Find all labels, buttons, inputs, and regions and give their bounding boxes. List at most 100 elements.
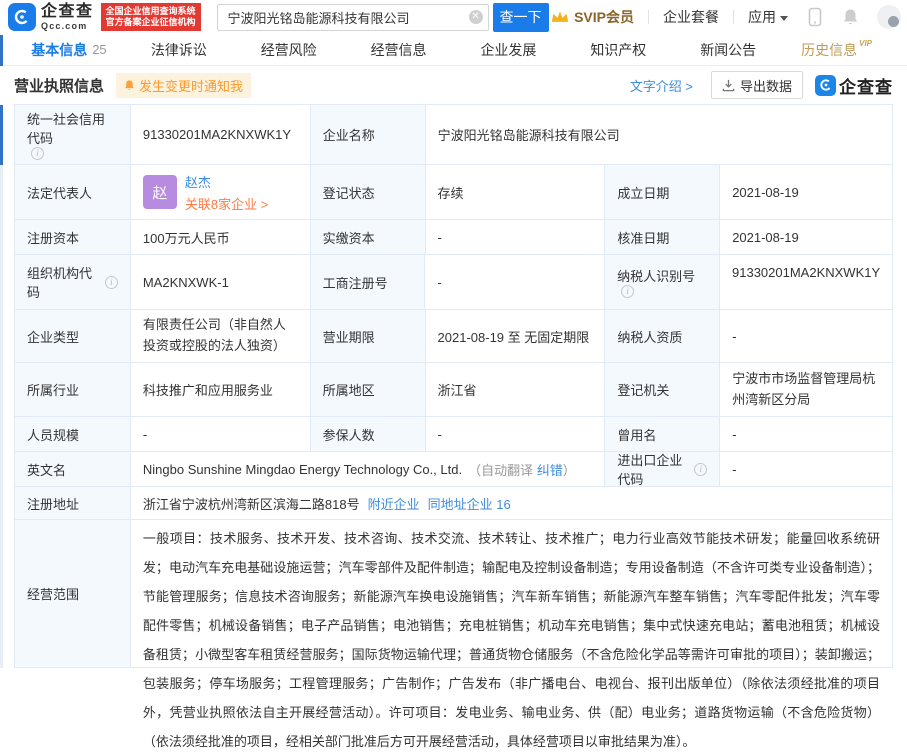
org-code-label: 组织机构代码 i xyxy=(15,255,131,310)
address-label: 注册地址 xyxy=(15,487,131,520)
tab-intellectual-property[interactable]: 知识产权 xyxy=(563,34,673,65)
mobile-app-icon[interactable] xyxy=(808,7,822,27)
english-name-label: 英文名 xyxy=(15,452,131,487)
export-data-button[interactable]: 导出数据 xyxy=(711,71,803,99)
search-button[interactable]: 查一下 xyxy=(493,3,549,32)
search-input[interactable] xyxy=(217,4,489,31)
user-avatar[interactable] xyxy=(877,5,901,29)
qcc-watermark-icon xyxy=(815,75,836,96)
table-row: 人员规模 - 参保人数 - 曾用名 - xyxy=(15,417,893,452)
legal-rep-label: 法定代表人 xyxy=(15,165,131,220)
apps-menu-item[interactable]: 应用 xyxy=(748,7,788,27)
approve-date-value: 2021-08-19 xyxy=(720,220,893,255)
nearby-companies-link[interactable]: 附近企业 xyxy=(368,494,420,513)
credit-code-label: 统一社会信用代码 i xyxy=(15,105,131,165)
company-type-label: 企业类型 xyxy=(15,310,131,363)
tab-label: 企业发展 xyxy=(480,40,536,60)
approve-date-label: 核准日期 xyxy=(605,220,720,255)
svip-menu-item[interactable]: SVIP会员 xyxy=(551,7,634,27)
qcc-logo-text: 企查查 Qcc.com xyxy=(41,4,94,31)
correction-link[interactable]: 纠错 xyxy=(537,463,563,478)
svip-label: SVIP会员 xyxy=(574,7,634,27)
legal-rep-avatar[interactable]: 赵 xyxy=(143,175,177,209)
address-value: 浙江省宁波杭州湾新区滨海二路818号 附近企业 同地址企业 16 xyxy=(131,487,893,520)
brand-domain: Qcc.com xyxy=(41,22,94,31)
download-icon xyxy=(722,79,735,92)
search-bar: ✕ 查一下 xyxy=(217,3,549,32)
table-row: 注册地址 浙江省宁波杭州湾新区滨海二路818号 附近企业 同地址企业 16 xyxy=(15,487,893,520)
notify-on-change-badge[interactable]: 发生变更时通知我 xyxy=(116,73,251,98)
tab-basic-info[interactable]: 基本信息 25 xyxy=(14,34,124,65)
english-name-value: Ningbo Sunshine Mingdao Energy Technolog… xyxy=(131,452,605,487)
credit-code-value: 91330201MA2KNXWK1Y xyxy=(131,105,311,165)
same-address-companies-link[interactable]: 同地址企业 16 xyxy=(428,494,511,513)
legal-rep-name-link[interactable]: 赵杰 xyxy=(185,172,268,191)
industry-value: 科技推广和应用服务业 xyxy=(131,363,311,417)
auto-translate-note: （自动翻译 纠错） xyxy=(468,460,576,479)
business-license-table: 统一社会信用代码 i 91330201MA2KNXWK1Y 企业名称 宁波阳光铭… xyxy=(14,104,893,668)
qcc-logo[interactable]: 企查查 Qcc.com xyxy=(8,3,94,31)
biz-reg-no-label: 工商注册号 xyxy=(311,255,426,310)
apps-label: 应用 xyxy=(748,9,776,25)
qcc-watermark: 企查查 xyxy=(815,73,893,98)
tab-label: 基本信息 xyxy=(31,40,87,60)
authority-value: 宁波市市场监督管理局杭州湾新区分局 xyxy=(720,363,893,417)
business-scope-value: 一般项目：技术服务、技术开发、技术咨询、技术交流、技术转让、技术推广；电力行业高… xyxy=(131,520,893,668)
establish-date-value: 2021-08-19 xyxy=(720,165,893,220)
header-right-menu: SVIP会员 企业套餐 应用 xyxy=(551,5,901,29)
clear-search-icon[interactable]: ✕ xyxy=(469,10,483,24)
reg-status-value: 存续 xyxy=(426,165,606,220)
table-row: 法定代表人 赵 赵杰 关联8家企业 > 登记状态 存续 成立日期 2021-08… xyxy=(15,165,893,220)
menu-divider xyxy=(648,10,649,24)
top-header: 企查查 Qcc.com 全国企业信用查询系统 官方备案企业征信机构 ✕ 查一下 … xyxy=(0,0,907,34)
vip-badge: VIP xyxy=(859,39,872,48)
credit-system-badge: 全国企业信用查询系统 官方备案企业征信机构 xyxy=(101,3,201,31)
table-row: 英文名 Ningbo Sunshine Mingdao Energy Techn… xyxy=(15,452,893,487)
import-export-code-label: 进出口企业代码 i xyxy=(605,452,720,487)
info-icon[interactable]: i xyxy=(31,147,44,160)
related-companies-link[interactable]: 关联8家企业 > xyxy=(185,194,268,213)
taxpayer-id-value: 91330201MA2KNXWK1Y xyxy=(720,255,893,310)
biz-term-label: 营业期限 xyxy=(311,310,426,363)
tab-legal-litigation[interactable]: 法律诉讼 xyxy=(124,34,234,65)
former-name-label: 曾用名 xyxy=(605,417,720,452)
export-label: 导出数据 xyxy=(740,76,792,95)
enterprise-package-menu-item[interactable]: 企业套餐 xyxy=(663,7,719,27)
biz-reg-no-value: - xyxy=(425,255,605,310)
staff-size-label: 人员规模 xyxy=(15,417,131,452)
reg-capital-label: 注册资本 xyxy=(15,220,131,255)
table-row: 注册资本 100万元人民币 实缴资本 - 核准日期 2021-08-19 xyxy=(15,220,893,255)
notification-bell-icon[interactable] xyxy=(842,8,859,27)
taxpayer-id-label: 纳税人识别号 i xyxy=(605,255,720,310)
industry-label: 所属行业 xyxy=(15,363,131,417)
badge-line1: 全国企业信用查询系统 xyxy=(106,6,196,17)
paid-capital-label: 实缴资本 xyxy=(311,220,426,255)
table-row: 组织机构代码 i MA2KNXWK-1 工商注册号 - 纳税人识别号 i 913… xyxy=(15,255,893,310)
tab-history-info[interactable]: 历史信息 VIP xyxy=(783,34,893,65)
business-scope-label: 经营范围 xyxy=(15,520,131,668)
former-name-value: - xyxy=(720,417,893,452)
biz-term-value: 2021-08-19 至 无固定期限 xyxy=(426,310,606,363)
tab-operation-info[interactable]: 经营信息 xyxy=(344,34,454,65)
tab-operation-risk[interactable]: 经营风险 xyxy=(234,34,344,65)
text-intro-link[interactable]: 文字介绍 > xyxy=(630,76,693,95)
badge-line2: 官方备案企业征信机构 xyxy=(106,17,196,28)
license-section-header: 营业执照信息 发生变更时通知我 文字介绍 > 导出数据 企查查 xyxy=(0,66,907,104)
table-row: 统一社会信用代码 i 91330201MA2KNXWK1Y 企业名称 宁波阳光铭… xyxy=(15,105,893,165)
info-icon[interactable]: i xyxy=(621,285,634,298)
table-row: 所属行业 科技推广和应用服务业 所属地区 浙江省 登记机关 宁波市市场监督管理局… xyxy=(15,363,893,417)
tab-label: 法律诉讼 xyxy=(151,40,207,60)
info-icon[interactable]: i xyxy=(105,276,118,289)
taxpayer-quality-label: 纳税人资质 xyxy=(605,310,720,363)
tab-company-development[interactable]: 企业发展 xyxy=(454,34,564,65)
paid-capital-value: - xyxy=(426,220,606,255)
tab-label: 经营信息 xyxy=(371,40,427,60)
tab-news[interactable]: 新闻公告 xyxy=(673,34,783,65)
insured-count-label: 参保人数 xyxy=(311,417,426,452)
reg-capital-value: 100万元人民币 xyxy=(131,220,311,255)
qcc-logo-icon xyxy=(8,3,36,31)
section-title: 营业执照信息 xyxy=(14,75,104,96)
region-label: 所属地区 xyxy=(311,363,426,417)
info-icon[interactable]: i xyxy=(694,463,707,476)
bell-icon xyxy=(124,79,135,92)
